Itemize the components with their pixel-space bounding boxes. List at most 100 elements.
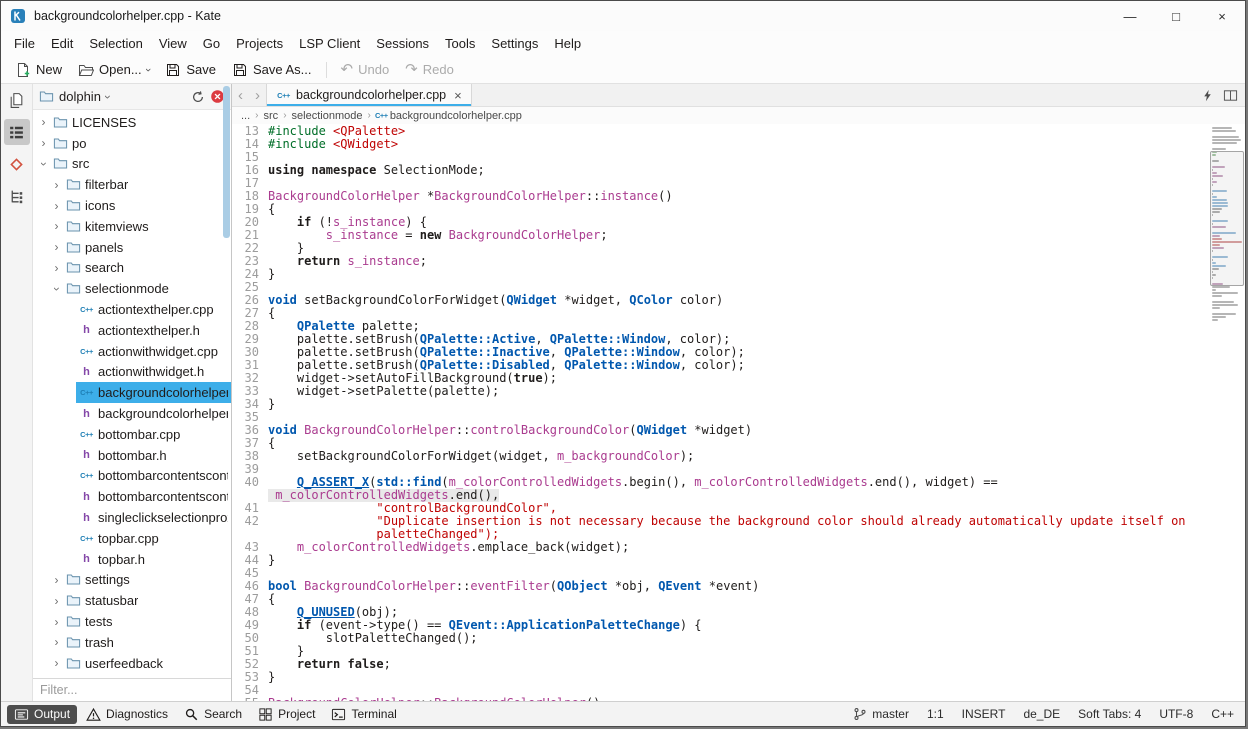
reload-project-icon[interactable] (191, 90, 205, 104)
maximize-button[interactable]: □ (1153, 1, 1199, 31)
tree-item-body: hbottombarcontentscont... (76, 486, 231, 507)
tree-item-trash[interactable]: ›trash (33, 632, 231, 653)
menu-tools[interactable]: Tools (437, 33, 483, 54)
menu-selection[interactable]: Selection (81, 33, 150, 54)
tree-item-actiontexthelper-h[interactable]: hactiontexthelper.h (33, 320, 231, 341)
panel-button-terminal[interactable]: Terminal (324, 705, 403, 724)
filter-input[interactable] (33, 679, 231, 701)
tree-item-singleclickselectionproxy[interactable]: hsingleclickselectionproxy... (33, 507, 231, 528)
expander-icon[interactable]: › (50, 635, 63, 649)
status-dictionary[interactable]: de_DE (1023, 707, 1060, 721)
tree-item-bottombarcontentscont[interactable]: hbottombarcontentscont... (33, 486, 231, 507)
tree-item-filterbar[interactable]: ›filterbar (33, 174, 231, 195)
tree-item-topbar-cpp[interactable]: C++topbar.cpp (33, 528, 231, 549)
tree-item-selectionmode[interactable]: ›selectionmode (33, 278, 231, 299)
sidebar-tool-documents[interactable] (4, 87, 30, 113)
chevron-down-icon[interactable]: › (101, 95, 115, 99)
menu-edit[interactable]: Edit (43, 33, 81, 54)
breadcrumb-selectionmode[interactable]: selectionmode (292, 110, 363, 122)
minimap[interactable] (1209, 124, 1245, 701)
status-encoding[interactable]: UTF-8 (1159, 707, 1193, 721)
tree-item-label: po (72, 136, 86, 151)
save-button[interactable]: Save (157, 59, 224, 81)
expander-icon[interactable]: › (50, 240, 63, 254)
menu-settings[interactable]: Settings (483, 33, 546, 54)
menu-go[interactable]: Go (195, 33, 228, 54)
expander-icon[interactable]: › (50, 573, 63, 587)
panel-button-search[interactable]: Search (177, 705, 249, 724)
tree-item-topbar-h[interactable]: htopbar.h (33, 549, 231, 570)
tree-scrollbar[interactable] (223, 86, 230, 238)
tree-item-kitemviews[interactable]: ›kitemviews (33, 216, 231, 237)
expander-icon[interactable]: › (37, 136, 50, 150)
panel-button-diagnostics[interactable]: Diagnostics (79, 705, 175, 724)
tree-item-bottombar-h[interactable]: hbottombar.h (33, 445, 231, 466)
expander-icon[interactable]: › (50, 219, 63, 233)
tree-item-userfeedback[interactable]: › userfeedback (33, 653, 231, 674)
menu-sessions[interactable]: Sessions (368, 33, 437, 54)
menu-projects[interactable]: Projects (228, 33, 291, 54)
status-tab-settings[interactable]: Soft Tabs: 4 (1078, 707, 1141, 721)
expander-icon[interactable]: › (50, 199, 63, 213)
quick-open-icon[interactable] (1197, 85, 1217, 105)
breadcrumb-collapsed[interactable]: ... (241, 110, 250, 122)
tree-item-panels[interactable]: ›panels (33, 237, 231, 258)
tab-backgroundcolorhelper[interactable]: C++ backgroundcolorhelper.cpp × (266, 84, 472, 106)
expander-icon[interactable]: › (50, 594, 63, 608)
expander-icon[interactable]: › (50, 656, 63, 670)
tree-item-licenses[interactable]: ›LICENSES (33, 112, 231, 133)
tree-item-icons[interactable]: ›icons (33, 195, 231, 216)
tabbar: ‹ › C++ backgroundcolorhelper.cpp × (232, 84, 1245, 107)
breadcrumb-backgroundcolorhelper-cpp[interactable]: C++backgroundcolorhelper.cpp (376, 110, 522, 122)
tree-item-statusbar[interactable]: ›statusbar (33, 590, 231, 611)
save-as-button[interactable]: Save As... (224, 59, 320, 81)
tree-item-backgroundcolorhelper-h[interactable]: hbackgroundcolorhelper.h (33, 403, 231, 424)
expander-icon[interactable]: › (50, 615, 63, 629)
panel-button-output[interactable]: Output (7, 705, 77, 724)
split-view-icon[interactable] (1220, 85, 1240, 105)
tree-item-actionwithwidget-h[interactable]: hactionwithwidget.h (33, 362, 231, 383)
expander-icon[interactable]: › (50, 178, 63, 192)
close-button[interactable]: × (1199, 1, 1245, 31)
expander-icon[interactable]: › (50, 261, 63, 275)
menu-help[interactable]: Help (546, 33, 589, 54)
menu-view[interactable]: View (151, 33, 195, 54)
project-name[interactable]: dolphin (59, 89, 101, 104)
code-editor[interactable]: 13#include <QPalette>14#include <QWidget… (232, 124, 1245, 701)
tab-close-icon[interactable]: × (454, 88, 462, 103)
expander-icon[interactable]: › (50, 282, 63, 296)
tree-item-body: userfeedback (63, 653, 231, 674)
menu-lsp-client[interactable]: LSP Client (291, 33, 368, 54)
minimap-viewport[interactable] (1210, 151, 1244, 286)
status-cursor-position[interactable]: 1:1 (927, 707, 944, 721)
tree-item-po[interactable]: › po (33, 133, 231, 154)
tree-item-label: userfeedback (85, 656, 163, 671)
menu-file[interactable]: File (6, 33, 43, 54)
sidebar-tool-git[interactable] (4, 151, 30, 177)
tree-item-actiontexthelper-cpp[interactable]: C++actiontexthelper.cpp (33, 299, 231, 320)
panel-button-project[interactable]: Project (251, 705, 322, 724)
expander-icon[interactable]: › (37, 157, 50, 171)
status-language[interactable]: C++ (1211, 707, 1234, 721)
tree-item-settings[interactable]: ›settings (33, 570, 231, 591)
forward-icon[interactable]: › (249, 84, 266, 106)
h-file-icon: h (79, 512, 94, 524)
tree-item-actionwithwidget-cpp[interactable]: C++actionwithwidget.cpp (33, 341, 231, 362)
sidebar-tool-projects[interactable] (4, 119, 30, 145)
tree-item-search[interactable]: ›search (33, 258, 231, 279)
minimize-button[interactable]: — (1107, 1, 1153, 31)
tree-item-backgroundcolorhelper-c[interactable]: C++backgroundcolorhelper.c... (33, 382, 231, 403)
back-icon[interactable]: ‹ (232, 84, 249, 106)
status-input-mode[interactable]: INSERT (962, 707, 1006, 721)
tree-item-bottombar-cpp[interactable]: C++bottombar.cpp (33, 424, 231, 445)
tree-item-bottombarcontentscont[interactable]: C++bottombarcontentscont... (33, 466, 231, 487)
new-button[interactable]: New (7, 59, 70, 81)
expander-icon[interactable]: › (37, 115, 50, 129)
breadcrumb-src[interactable]: src (264, 110, 279, 122)
sidebar-tool-symbols[interactable] (4, 183, 30, 209)
tree-item-tests[interactable]: ›tests (33, 611, 231, 632)
tree-item-src[interactable]: ›src (33, 154, 231, 175)
open-button[interactable]: Open...› (70, 59, 157, 81)
search-label: Search (204, 707, 242, 721)
status-git-branch[interactable]: master (853, 707, 909, 721)
